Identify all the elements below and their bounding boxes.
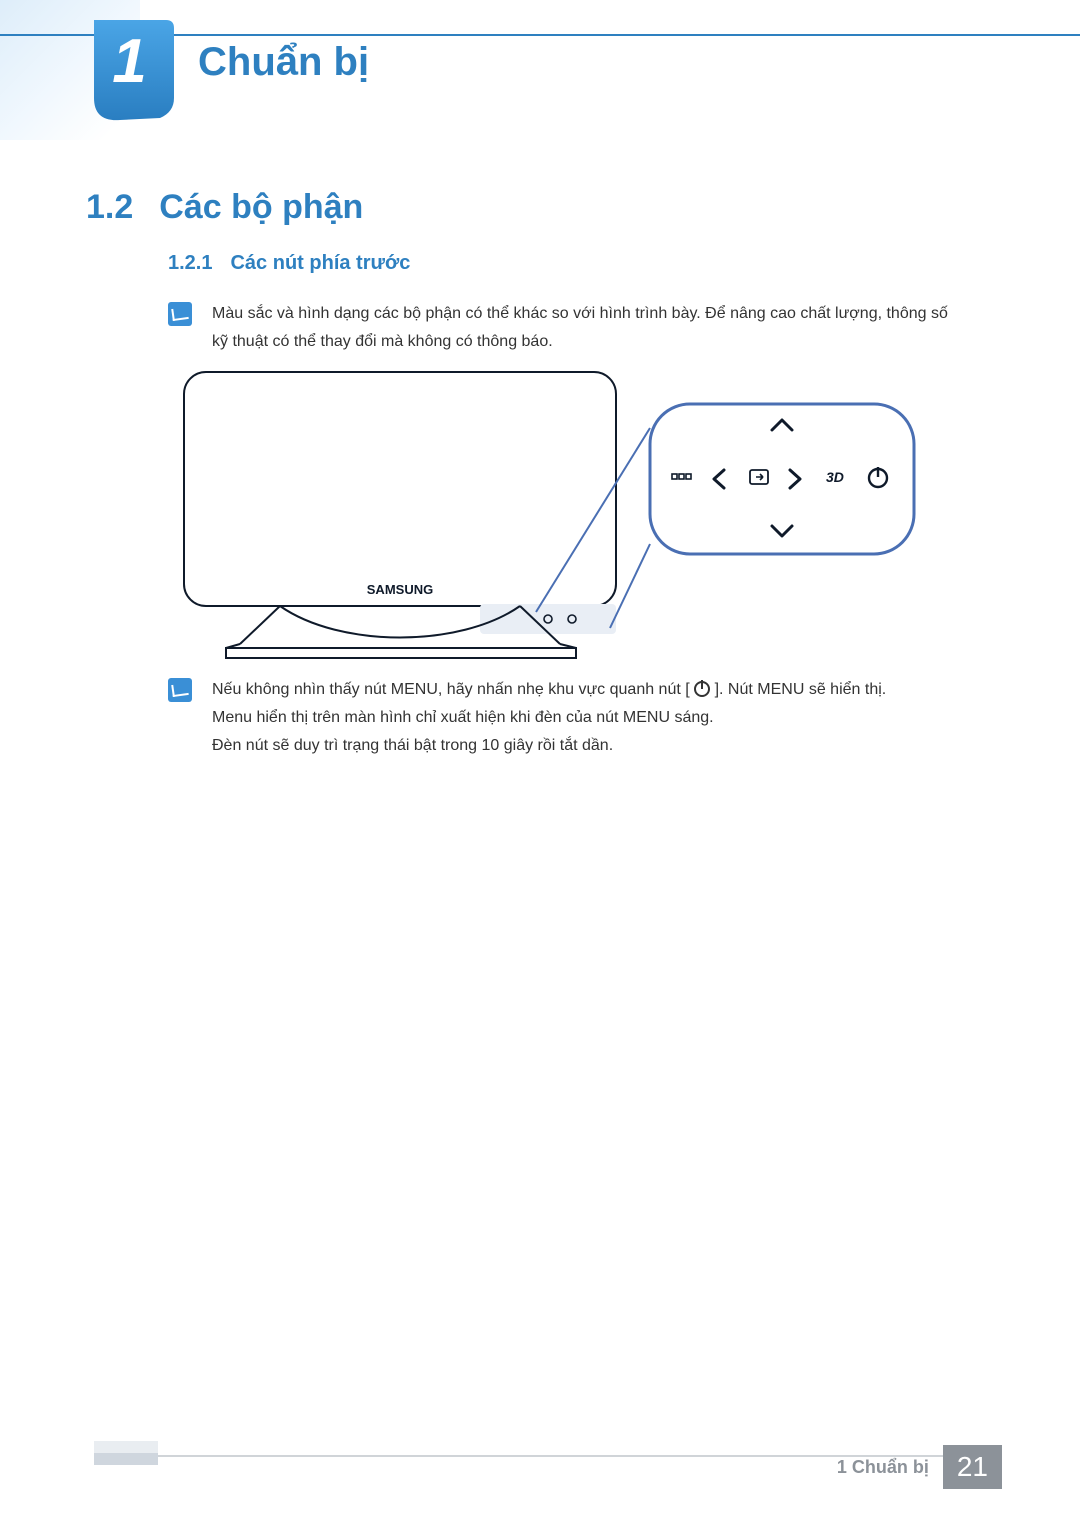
subsection-number: 1.2.1 (168, 252, 212, 275)
power-icon (694, 681, 710, 697)
footer-left-ornament (94, 1441, 158, 1467)
three-d-label: 3D (826, 469, 844, 485)
subsection-heading: 1.2.1 Các nút phía trước (168, 252, 410, 275)
note2-l1a: Nếu không nhìn thấy nút MENU, hãy nhấn n… (212, 681, 690, 698)
note-block-1: Màu sắc và hình dạng các bộ phận có thể … (168, 300, 950, 356)
section-heading: 1.2 Các bộ phận (86, 188, 363, 227)
note-icon (168, 678, 192, 702)
note-icon (168, 302, 192, 326)
device-illustration: SAMSUNG (180, 368, 920, 670)
footer-right: 1 Chuẩn bị 21 (837, 1445, 1002, 1489)
note2-l3: Đèn nút sẽ duy trì trạng thái bật trong … (212, 732, 886, 760)
note-text: Màu sắc và hình dạng các bộ phận có thể … (212, 300, 950, 356)
footer-chapter-label: 1 Chuẩn bị (837, 1457, 943, 1478)
subsection-title: Các nút phía trước (230, 252, 410, 275)
chapter-number: 1 (86, 26, 174, 97)
page-number: 21 (943, 1445, 1002, 1489)
note-text-2: Nếu không nhìn thấy nút MENU, hãy nhấn n… (212, 676, 886, 760)
brand-label: SAMSUNG (367, 582, 433, 597)
section-number: 1.2 (86, 188, 133, 227)
section-title: Các bộ phận (159, 188, 363, 227)
note-block-2: Nếu không nhìn thấy nút MENU, hãy nhấn n… (168, 676, 950, 760)
note2-l1b: ]. Nút MENU sẽ hiển thị. (715, 681, 887, 698)
note2-l2: Menu hiển thị trên màn hình chỉ xuất hiệ… (212, 704, 886, 732)
chapter-title: Chuẩn bị (198, 40, 369, 85)
